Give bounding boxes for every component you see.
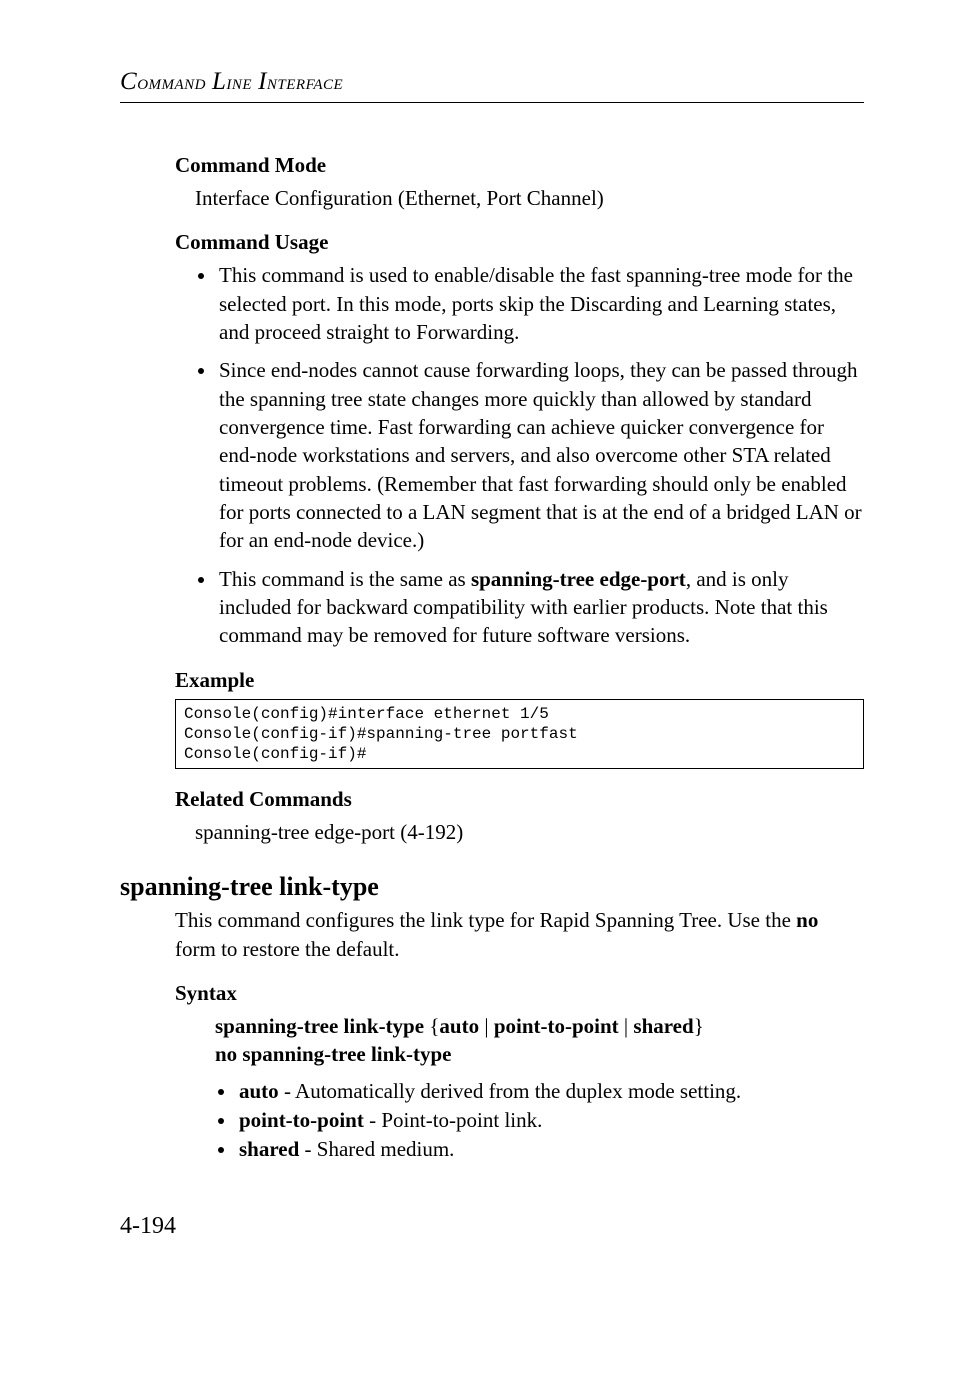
heading-command-usage: Command Usage xyxy=(175,230,864,255)
syntax-line: spanning-tree link-type {auto | point-to… xyxy=(215,1012,864,1040)
page: Command Line Interface Command Mode Inte… xyxy=(0,0,954,1280)
list-item: shared - Shared medium. xyxy=(237,1135,864,1164)
heading-command-mode: Command Mode xyxy=(175,153,864,178)
command-usage-list: This command is used to enable/disable t… xyxy=(175,261,864,649)
text-command-mode: Interface Configuration (Ethernet, Port … xyxy=(195,184,864,212)
syntax-block: spanning-tree link-type {auto | point-to… xyxy=(215,1012,864,1069)
text-fragment: form to restore the default. xyxy=(175,937,400,961)
text-bold: spanning-tree edge-port xyxy=(471,567,686,591)
text-fragment: | xyxy=(479,1014,494,1038)
list-item: auto - Automatically derived from the du… xyxy=(237,1077,864,1106)
list-item: This command is used to enable/disable t… xyxy=(217,261,864,346)
text-fragment: { xyxy=(424,1014,439,1038)
running-header: Command Line Interface xyxy=(120,68,864,103)
list-item: This command is the same as spanning-tre… xyxy=(217,565,864,650)
code-example: Console(config)#interface ethernet 1/5 C… xyxy=(175,699,864,769)
page-number: 4-194 xyxy=(120,1213,864,1240)
text-fragment: } xyxy=(694,1014,704,1038)
list-item: point-to-point - Point-to-point link. xyxy=(237,1106,864,1135)
text-bold: point-to-point xyxy=(239,1108,364,1132)
list-item: Since end-nodes cannot cause forwarding … xyxy=(217,356,864,554)
text-fragment: - Automatically derived from the duplex … xyxy=(279,1079,741,1103)
text-related-commands: spanning-tree edge-port (4-192) xyxy=(195,818,864,846)
text-bold: auto xyxy=(239,1079,279,1103)
text-fragment: This command configures the link type fo… xyxy=(175,908,796,932)
text-bold: shared xyxy=(239,1137,299,1161)
heading-syntax: Syntax xyxy=(175,981,864,1006)
text-fragment: | xyxy=(619,1014,634,1038)
text-bold: no xyxy=(796,908,818,932)
text-fragment: This command is the same as xyxy=(219,567,471,591)
text-bold: auto xyxy=(439,1014,479,1038)
text-bold: point-to-point xyxy=(494,1014,619,1038)
heading-example: Example xyxy=(175,668,864,693)
syntax-line: no spanning-tree link-type xyxy=(215,1040,864,1068)
syntax-options-list: auto - Automatically derived from the du… xyxy=(175,1077,864,1165)
text-fragment: - Shared medium. xyxy=(299,1137,454,1161)
section-command-mode: Command Mode Interface Configuration (Et… xyxy=(175,153,864,846)
text-bold: spanning-tree link-type xyxy=(215,1014,424,1038)
heading-related-commands: Related Commands xyxy=(175,787,864,812)
command-title-spanning-tree-link-type: spanning-tree link-type xyxy=(120,872,864,902)
text-intro: This command configures the link type fo… xyxy=(175,906,864,963)
text-fragment: - Point-to-point link. xyxy=(364,1108,543,1132)
section-spanning-tree-link-type: This command configures the link type fo… xyxy=(175,906,864,1165)
text-bold: shared xyxy=(633,1014,693,1038)
